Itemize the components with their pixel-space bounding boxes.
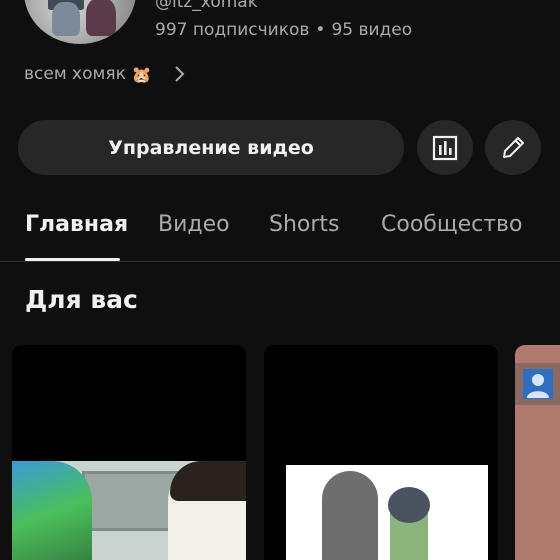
active-tab-indicator [25,258,120,261]
channel-avatar[interactable] [24,0,136,44]
channel-tabs: Главная Видео Shorts Сообщество [0,200,560,262]
channel-description-link[interactable]: всем хомяк 🐹 [24,64,186,84]
analytics-button[interactable] [417,120,473,175]
stats-separator: • [315,20,326,40]
chevron-right-icon [175,66,185,82]
thumbnail-character-hair [170,461,246,501]
video-card[interactable] [515,345,560,560]
channel-description: всем хомяк [24,64,126,84]
subscriber-count: 997 подписчиков [155,20,310,40]
analytics-icon [432,135,458,160]
avatar-figure-1 [52,2,80,36]
thumbnail-character-head [388,487,430,523]
tab-home[interactable]: Главная [25,212,128,237]
tab-videos[interactable]: Видео [158,212,230,237]
edit-channel-button[interactable] [485,120,541,175]
thumbnail-character-green [12,461,92,560]
channel-stats: 997 подписчиков • 95 видео [155,20,412,40]
section-title: Для вас [25,285,138,314]
pencil-icon [503,136,524,158]
thumbnail-background-board [82,471,182,531]
thumbnail-character-cat [322,471,378,560]
avatar-figure-2 [86,0,116,36]
channel-handle: @itz_xomak [155,0,258,12]
person-icon [523,369,553,399]
tab-shorts[interactable]: Shorts [269,212,340,237]
video-card[interactable] [12,345,246,560]
video-thumbnail [286,465,488,560]
video-count: 95 видео [331,20,413,40]
tab-community[interactable]: Сообщество [381,212,522,237]
video-thumbnail [12,461,246,560]
video-card[interactable] [264,345,498,560]
hamster-emoji: 🐹 [131,64,152,84]
manage-videos-button[interactable]: Управление видео [18,120,404,175]
